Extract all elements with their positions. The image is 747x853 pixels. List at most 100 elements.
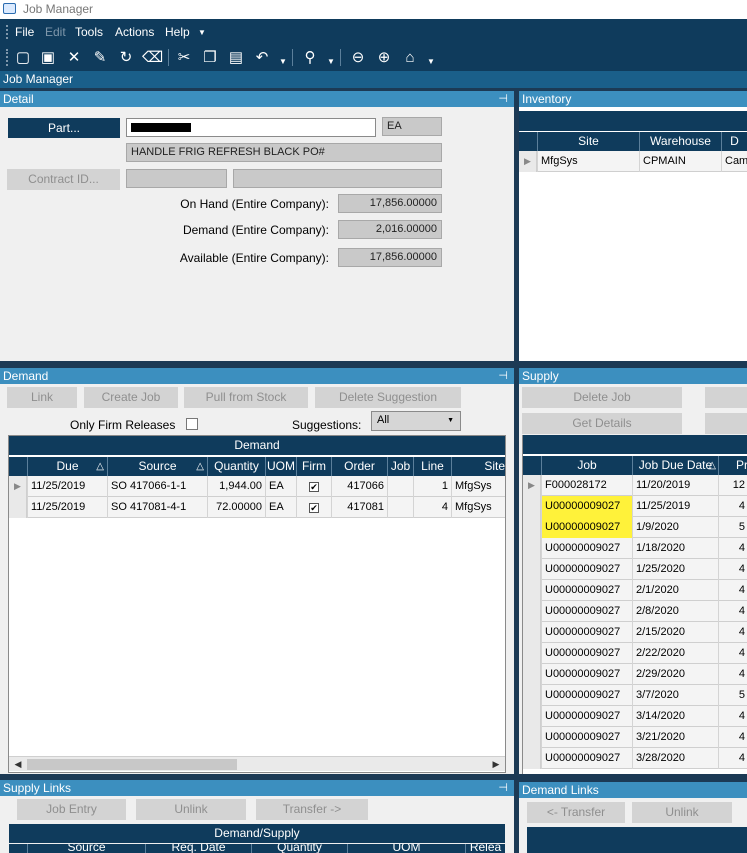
supply-extra-button[interactable]	[705, 413, 747, 434]
home-icon[interactable]: ⌂	[400, 48, 420, 68]
clear-icon[interactable]: ⌫	[142, 48, 163, 68]
copy-icon[interactable]: ❐	[200, 48, 220, 68]
column-site[interactable]: Site	[451, 457, 505, 476]
row-selector-icon[interactable]: ▶	[519, 151, 537, 172]
table-row[interactable]: ▶ MfgSys CPMAIN Cam	[519, 151, 747, 172]
column-source[interactable]: Source	[27, 844, 145, 853]
row-selector-icon[interactable]	[523, 496, 541, 517]
row-selector-icon[interactable]	[523, 517, 541, 538]
undo-icon[interactable]: ↶	[252, 48, 272, 68]
create-job-button[interactable]: Create Job	[84, 387, 178, 408]
job-entry-button[interactable]: Job Entry	[17, 799, 126, 820]
row-selector-icon[interactable]	[523, 748, 541, 769]
suggestions-select[interactable]: All ▼	[371, 411, 461, 431]
row-selector-icon[interactable]	[523, 664, 541, 685]
home-dropdown-icon[interactable]: ▼	[427, 57, 435, 66]
pin-icon[interactable]: ⊣	[498, 369, 508, 382]
paste-icon[interactable]: ▤	[226, 48, 246, 68]
firm-checkbox[interactable]: ✔	[309, 503, 319, 513]
menu-tools[interactable]: Tools	[75, 25, 103, 39]
row-selector-icon[interactable]	[523, 559, 541, 580]
row-selector-icon[interactable]: ▶	[9, 476, 27, 497]
cut-icon[interactable]: ✂	[174, 48, 194, 68]
column-job[interactable]: Job	[541, 456, 632, 475]
table-row[interactable]: ▶ 11/25/2019 SO 417066-1-1 1,944.00 EA ✔…	[9, 476, 505, 497]
table-row[interactable]: U00000009027 3/7/2020 5	[523, 685, 747, 706]
table-row[interactable]: U00000009027 1/18/2020 4	[523, 538, 747, 559]
row-selector-icon[interactable]	[523, 601, 541, 622]
table-row[interactable]: U00000009027 3/14/2020 4	[523, 706, 747, 727]
menu-overflow-icon[interactable]: ▼	[198, 28, 206, 37]
edit-icon[interactable]: ✎	[90, 48, 110, 68]
row-selector-icon[interactable]	[9, 497, 27, 518]
only-firm-checkbox[interactable]	[186, 418, 198, 430]
column-source[interactable]: Source △	[107, 457, 207, 476]
part-number-field[interactable]	[126, 118, 376, 137]
table-row[interactable]: U00000009027 2/8/2020 4	[523, 601, 747, 622]
row-selector-icon[interactable]	[523, 727, 541, 748]
new-icon[interactable]: ▢	[13, 48, 33, 68]
get-details-button[interactable]: Get Details	[522, 413, 682, 434]
scroll-left-icon[interactable]: ◀	[11, 758, 25, 771]
column-req-date[interactable]: Req. Date	[145, 844, 251, 853]
column-site[interactable]: Site	[537, 132, 639, 151]
refresh-icon[interactable]: ↻	[116, 48, 136, 68]
column-order[interactable]: Order	[331, 457, 387, 476]
menu-edit[interactable]: Edit	[45, 25, 66, 39]
column-pr[interactable]: Pr	[718, 456, 747, 475]
table-row[interactable]: ▶ F000028172 11/20/2019 12	[523, 475, 747, 496]
row-selector-icon[interactable]	[523, 580, 541, 601]
table-row[interactable]: 11/25/2019 SO 417081-4-1 72.00000 EA ✔ 4…	[9, 497, 505, 518]
search-icon[interactable]: ⚲	[300, 48, 320, 68]
save-icon[interactable]: ▣	[38, 48, 58, 68]
column-line[interactable]: Line	[413, 457, 451, 476]
transfer-left-button[interactable]: <- Transfer	[527, 802, 625, 823]
pull-from-stock-button[interactable]: Pull from Stock	[184, 387, 308, 408]
horizontal-scrollbar[interactable]: ◀ ▶	[9, 756, 505, 771]
menu-file[interactable]: File	[15, 25, 34, 39]
menu-help[interactable]: Help	[165, 25, 190, 39]
column-uom[interactable]: UOM	[347, 844, 465, 853]
table-row[interactable]: U00000009027 2/15/2020 4	[523, 622, 747, 643]
column-quantity[interactable]: Quantity	[251, 844, 347, 853]
table-row[interactable]: U00000009027 3/21/2020 4	[523, 727, 747, 748]
row-selector-icon[interactable]: ▶	[523, 475, 541, 496]
row-selector-icon[interactable]	[523, 622, 541, 643]
column-quantity[interactable]: Quantity	[207, 457, 265, 476]
table-row[interactable]: U00000009027 3/28/2020 4	[523, 748, 747, 769]
pin-icon[interactable]: ⊣	[498, 92, 508, 105]
delete-icon[interactable]: ✕	[64, 48, 84, 68]
column-job[interactable]: Job	[387, 457, 413, 476]
column-uom[interactable]: UOM	[265, 457, 296, 476]
scrollbar-thumb[interactable]	[27, 759, 237, 770]
table-row[interactable]: U00000009027 2/22/2020 4	[523, 643, 747, 664]
row-selector-icon[interactable]	[523, 538, 541, 559]
table-row[interactable]: U00000009027 11/25/2019 4	[523, 496, 747, 517]
row-selector-icon[interactable]	[523, 685, 541, 706]
supply-extra-button[interactable]	[705, 387, 747, 408]
unlink-button[interactable]: Unlink	[136, 799, 246, 820]
row-selector-icon[interactable]	[523, 643, 541, 664]
column-due[interactable]: Due △	[27, 457, 107, 476]
scroll-right-icon[interactable]: ▶	[489, 758, 503, 771]
delete-job-button[interactable]: Delete Job	[522, 387, 682, 408]
undo-dropdown-icon[interactable]: ▼	[279, 57, 287, 66]
search-dropdown-icon[interactable]: ▼	[327, 57, 335, 66]
table-row[interactable]: U00000009027 2/1/2020 4	[523, 580, 747, 601]
unlink-button[interactable]: Unlink	[632, 802, 732, 823]
pin-icon[interactable]: ⊣	[498, 781, 508, 794]
table-row[interactable]: U00000009027 2/29/2020 4	[523, 664, 747, 685]
column-job-due-date[interactable]: Job Due Date △	[632, 456, 718, 475]
firm-checkbox[interactable]: ✔	[309, 482, 319, 492]
column-firm[interactable]: Firm	[296, 457, 331, 476]
part-button[interactable]: Part...	[8, 118, 120, 138]
contract-id-button[interactable]: Contract ID...	[7, 169, 120, 190]
delete-suggestion-button[interactable]: Delete Suggestion	[315, 387, 461, 408]
forward-icon[interactable]: ⊕	[374, 48, 394, 68]
row-selector-icon[interactable]	[523, 706, 541, 727]
link-button[interactable]: Link	[7, 387, 77, 408]
table-row[interactable]: U00000009027 1/25/2020 4	[523, 559, 747, 580]
column-warehouse[interactable]: Warehouse	[639, 132, 721, 151]
column-release[interactable]: Relea	[465, 844, 505, 853]
table-row[interactable]: U00000009027 1/9/2020 5	[523, 517, 747, 538]
